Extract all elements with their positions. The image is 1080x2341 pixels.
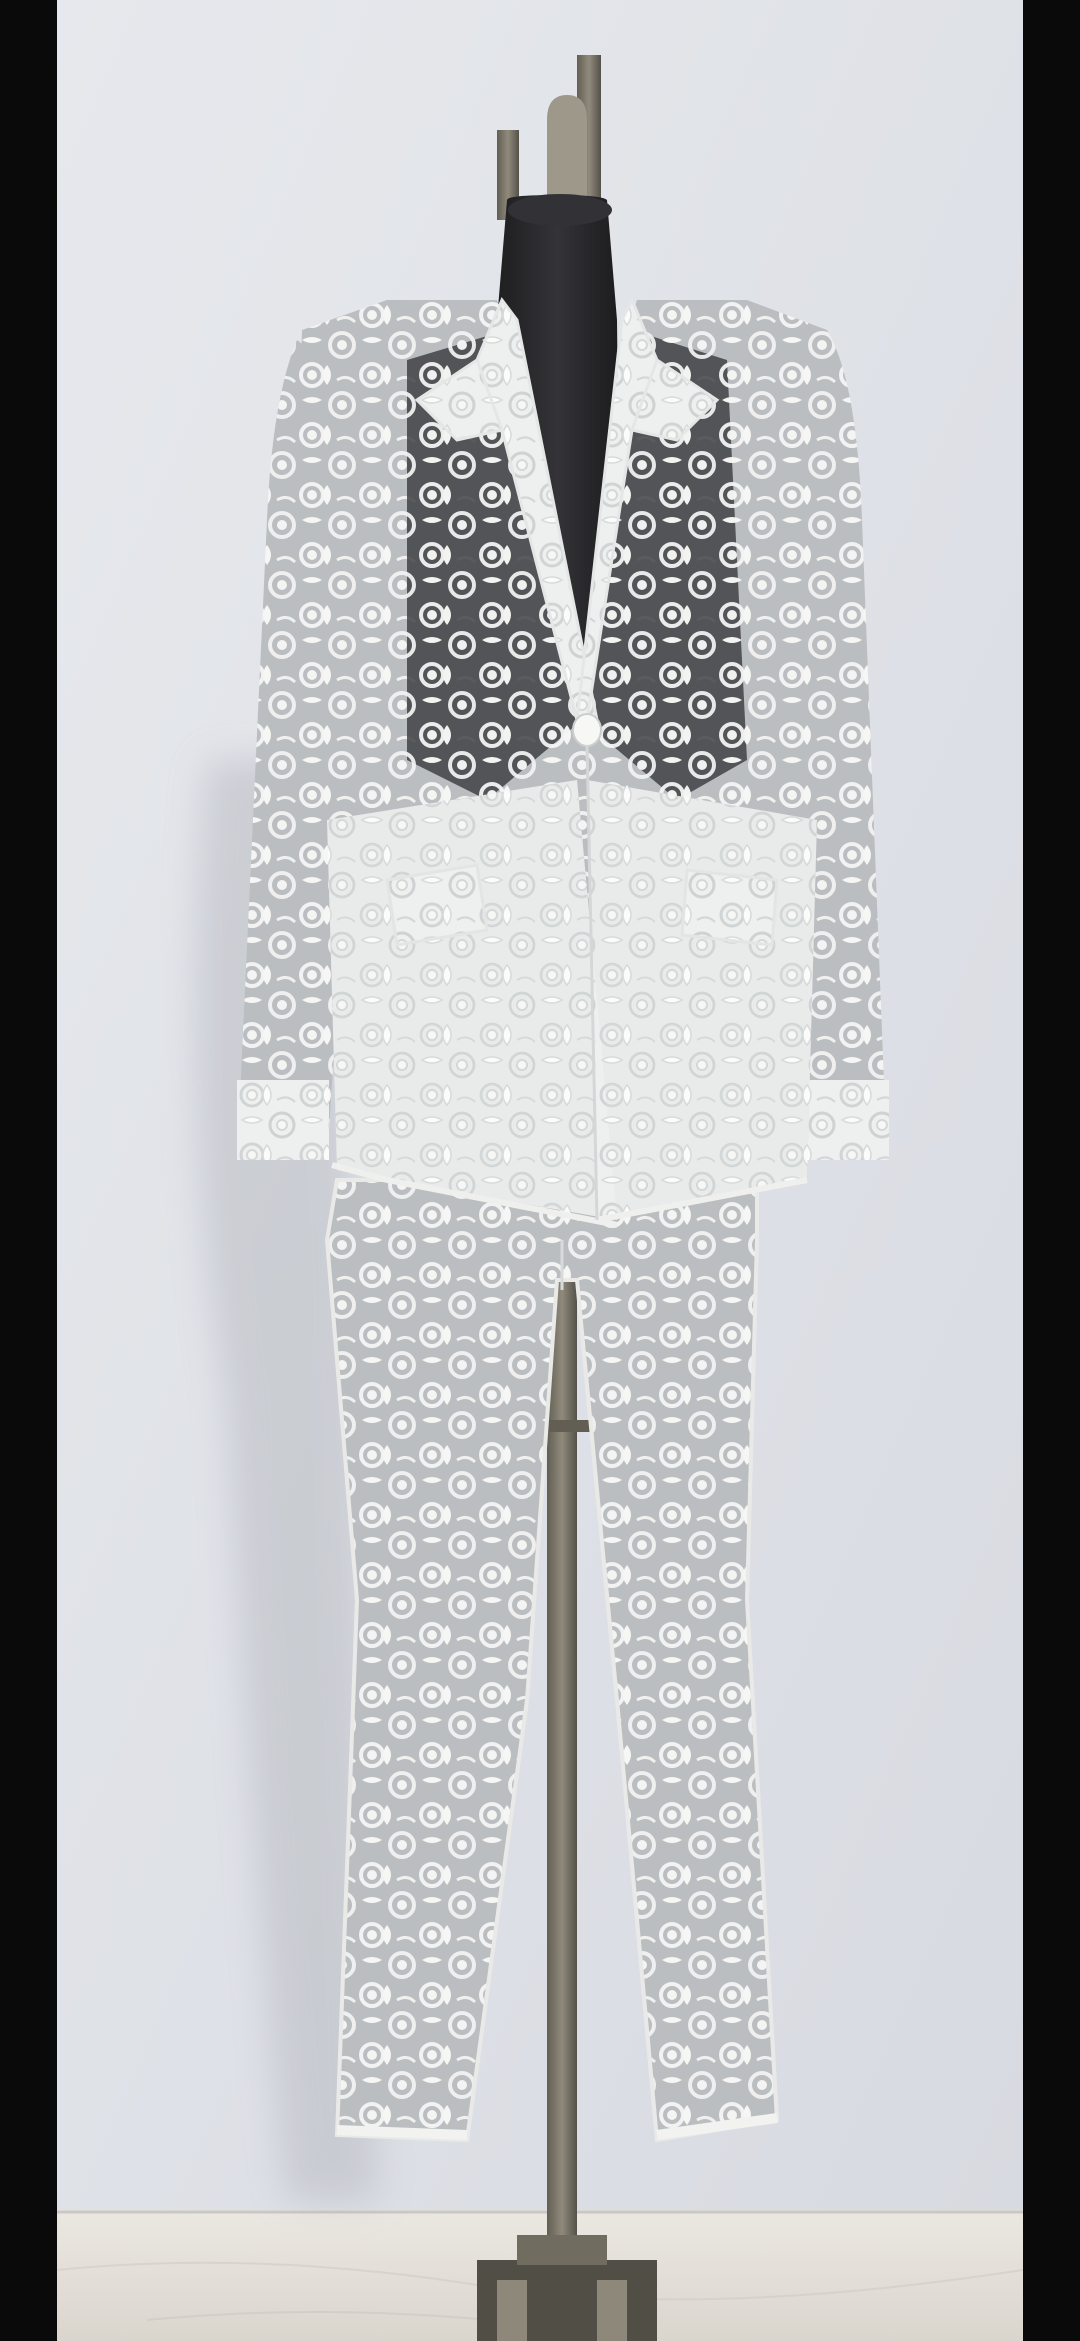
product-photo [57, 0, 1023, 2341]
letterbox-right [1023, 0, 1080, 2341]
letterbox-left [0, 0, 57, 2341]
product-photo-canvas [57, 0, 1023, 2341]
